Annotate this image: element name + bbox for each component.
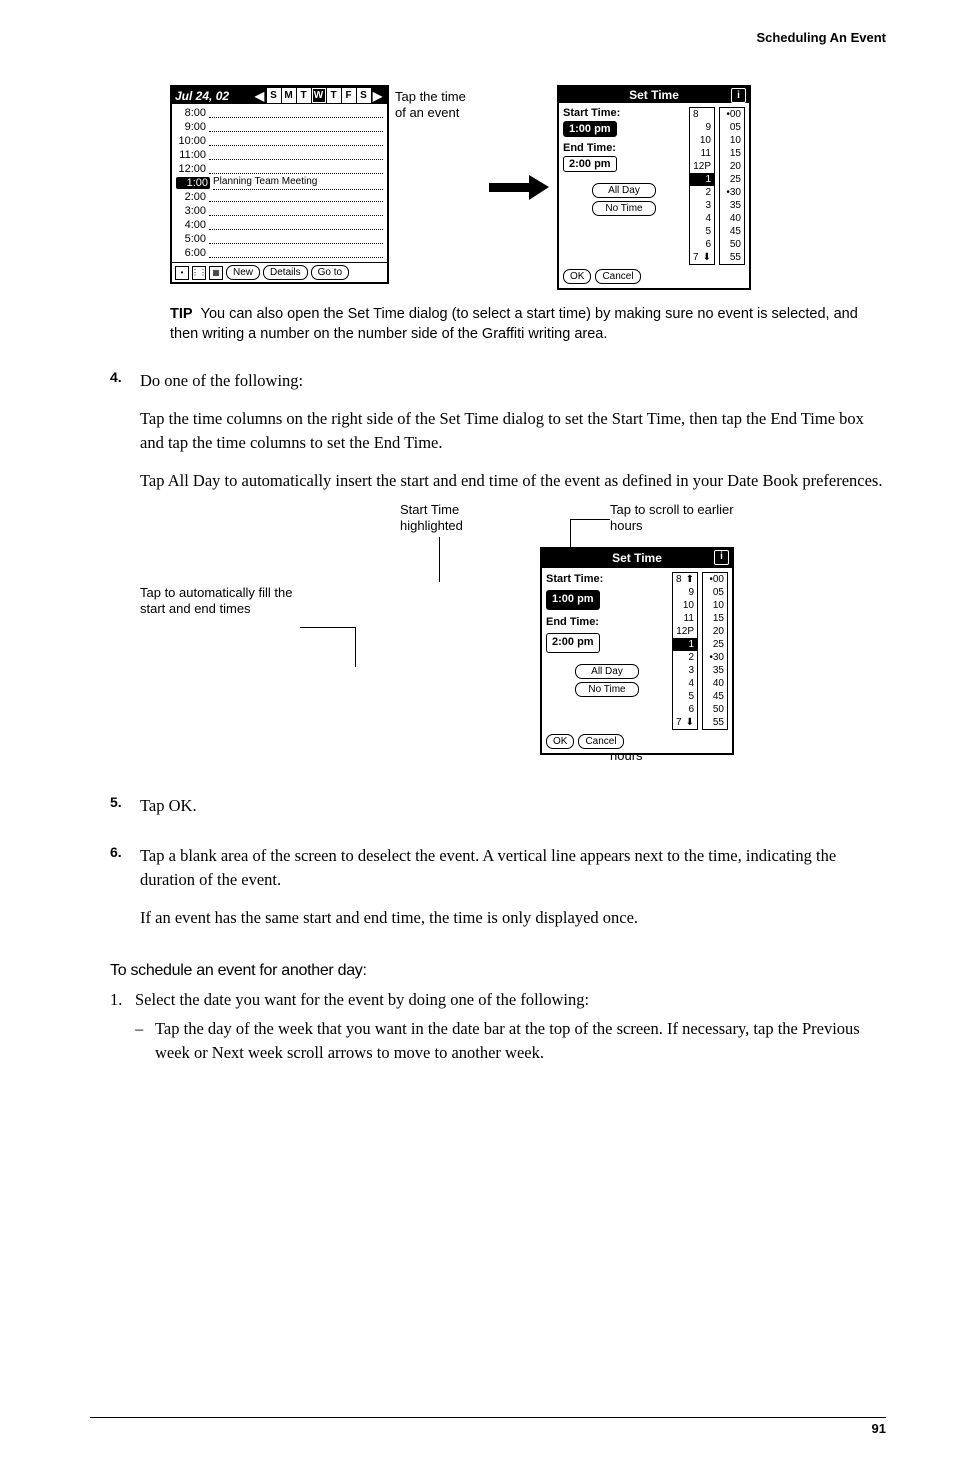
time-row[interactable]: 5:00 bbox=[176, 232, 383, 246]
cancel-button[interactable]: Cancel bbox=[578, 734, 623, 749]
time-row[interactable]: 3:00 bbox=[176, 204, 383, 218]
callout-scroll-earlier: Tap to scroll to earlier hours bbox=[610, 502, 740, 535]
step-4: 4. Do one of the following: Tap the time… bbox=[110, 369, 886, 782]
tip-label: TIP bbox=[170, 306, 193, 322]
page-number: 91 bbox=[872, 1421, 886, 1436]
scroll-up-icon: ⬆ bbox=[686, 573, 694, 586]
date-label: Jul 24, 02 bbox=[175, 89, 229, 103]
no-time-button[interactable]: No Time bbox=[575, 682, 639, 697]
scroll-down-icon: ⬇ bbox=[703, 251, 711, 264]
set-time-header: Set Time i bbox=[542, 549, 732, 568]
time-row[interactable]: 10:00 bbox=[176, 134, 383, 148]
datebook-screen: Jul 24, 02 ◀ S M T W T F S ▶ 8:00 9:00 1… bbox=[170, 85, 389, 284]
set-time-dialog-2: Set Time i Start Time: 1:00 pm End Time:… bbox=[540, 547, 734, 755]
end-time-label: End Time: bbox=[546, 615, 668, 631]
day-s2[interactable]: S bbox=[357, 88, 371, 103]
end-time-box[interactable]: 2:00 pm bbox=[546, 633, 600, 653]
view-month-icon[interactable]: ▦ bbox=[209, 266, 223, 280]
info-icon[interactable]: i bbox=[731, 88, 746, 103]
all-day-button[interactable]: All Day bbox=[592, 183, 656, 198]
datebook-body: 8:00 9:00 10:00 11:00 12:00 1:00Planning… bbox=[172, 104, 387, 262]
minute-column[interactable]: •00 05 10 15 20 25 •30 35 40 45 50 55 bbox=[719, 107, 745, 265]
time-row[interactable]: 8:00 bbox=[176, 106, 383, 120]
running-head: Scheduling An Event bbox=[110, 30, 886, 45]
ok-button[interactable]: OK bbox=[563, 269, 591, 284]
day-t[interactable]: T bbox=[297, 88, 311, 103]
no-time-button[interactable]: No Time bbox=[592, 201, 656, 216]
sub-list: 1. Select the date you want for the even… bbox=[110, 988, 886, 1066]
subhead: To schedule an event for another day: bbox=[110, 962, 886, 980]
callout-auto-fill: Tap to automatically fill the start and … bbox=[140, 585, 300, 618]
day-w[interactable]: W bbox=[312, 88, 326, 103]
annotation-tap-time: Tap the time of an event bbox=[395, 85, 475, 122]
minute-column[interactable]: •00 05 10 15 20 25 •30 35 40 45 50 bbox=[702, 572, 728, 730]
time-row[interactable]: 9:00 bbox=[176, 120, 383, 134]
time-row[interactable]: 12:00 bbox=[176, 162, 383, 176]
set-time-header: Set Time i bbox=[559, 87, 749, 103]
prev-week-icon[interactable]: ◀ bbox=[254, 89, 266, 102]
day-f[interactable]: F bbox=[342, 88, 356, 103]
all-day-button[interactable]: All Day bbox=[575, 664, 639, 679]
tip-block: TIP You can also open the Set Time dialo… bbox=[170, 305, 886, 344]
info-icon[interactable]: i bbox=[714, 550, 729, 565]
end-time-label: End Time: bbox=[563, 142, 685, 154]
goto-button[interactable]: Go to bbox=[311, 265, 349, 280]
datebook-header: Jul 24, 02 ◀ S M T W T F S ▶ bbox=[172, 87, 387, 104]
start-time-label: Start Time: bbox=[546, 572, 668, 588]
hour-column[interactable]: 8 9 10 11 12P 1 2 3 4 5 6 7⬇ bbox=[689, 107, 715, 265]
tip-text: You can also open the Set Time dialog (t… bbox=[170, 306, 858, 342]
ok-button[interactable]: OK bbox=[546, 734, 574, 749]
step-5: 5. Tap OK. bbox=[110, 794, 886, 832]
set-time-dialog: Set Time i Start Time: 1:00 pm End Time:… bbox=[557, 85, 751, 290]
start-time-box[interactable]: 1:00 pm bbox=[563, 121, 617, 137]
day-m[interactable]: M bbox=[282, 88, 296, 103]
next-week-icon[interactable]: ▶ bbox=[372, 89, 384, 102]
step-6: 6. Tap a blank area of the screen to des… bbox=[110, 844, 886, 944]
start-time-label: Start Time: bbox=[563, 107, 685, 119]
end-time-box[interactable]: 2:00 pm bbox=[563, 156, 617, 172]
day-s[interactable]: S bbox=[267, 88, 281, 103]
event-text: Planning Team Meeting bbox=[213, 176, 383, 190]
hour-column[interactable]: 8⬆ 9 10 11 12P 1 2 3 4 5 6 bbox=[672, 572, 698, 730]
time-row[interactable]: 4:00 bbox=[176, 218, 383, 232]
figure-1: Jul 24, 02 ◀ S M T W T F S ▶ 8:00 9:00 1… bbox=[170, 85, 886, 290]
figure-2: Start Time highlighted Tap to scroll to … bbox=[140, 507, 886, 767]
time-row-selected[interactable]: 1:00Planning Team Meeting bbox=[176, 176, 383, 190]
day-t2[interactable]: T bbox=[327, 88, 341, 103]
start-time-box[interactable]: 1:00 pm bbox=[546, 590, 600, 610]
cancel-button[interactable]: Cancel bbox=[595, 269, 640, 284]
time-row[interactable]: 6:00 bbox=[176, 246, 383, 260]
time-row[interactable]: 2:00 bbox=[176, 190, 383, 204]
callout-start-highlight: Start Time highlighted bbox=[400, 502, 510, 535]
datebook-footer: • ⋮⋮ ▦ New Details Go to bbox=[172, 262, 387, 282]
time-row[interactable]: 11:00 bbox=[176, 148, 383, 162]
day-selector[interactable]: ◀ S M T W T F S ▶ bbox=[253, 88, 384, 103]
scroll-down-icon: ⬇ bbox=[686, 716, 694, 729]
arrow-icon bbox=[489, 175, 549, 200]
new-button[interactable]: New bbox=[226, 265, 260, 280]
details-button[interactable]: Details bbox=[263, 265, 308, 280]
view-day-icon[interactable]: • bbox=[175, 266, 189, 280]
page-footer: 91 bbox=[90, 1417, 886, 1436]
view-week-icon[interactable]: ⋮⋮ bbox=[192, 266, 206, 280]
